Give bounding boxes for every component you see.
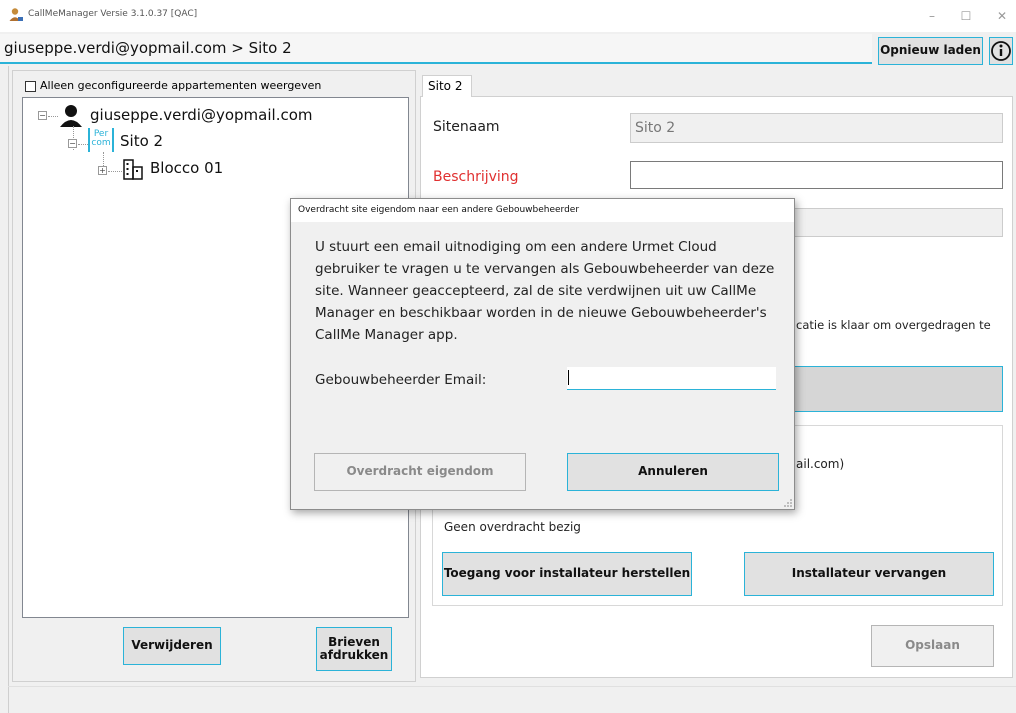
window-title: CallMeManager Versie 3.1.0.37 [QAC]: [28, 9, 198, 19]
breadcrumb: giuseppe.verdi@yopmail.com > Sito 2: [0, 34, 872, 64]
cancel-button[interactable]: Annuleren: [567, 453, 779, 491]
minimize-button[interactable]: –: [918, 6, 946, 26]
dialog-title: Overdracht site eigendom naar een andere…: [298, 205, 580, 215]
print-letters-button[interactable]: Brieven afdrukken: [316, 627, 392, 671]
tree-collapse-site[interactable]: −: [68, 139, 77, 148]
description-label: Beschrijving: [433, 169, 519, 185]
transfer-status-text: catie is klaar om overgedragen te: [796, 318, 991, 332]
building-icon: [123, 159, 143, 180]
user-icon: [60, 105, 82, 127]
transfer-ownership-button[interactable]: Overdracht eigendom: [314, 453, 526, 491]
no-transfer-status: Geen overdracht bezig: [444, 520, 581, 534]
site-name-label: Sitenaam: [433, 119, 500, 135]
manager-email-input[interactable]: [567, 367, 776, 390]
replace-installer-button[interactable]: Installateur vervangen: [744, 552, 994, 596]
info-icon: [991, 41, 1011, 61]
tree-user-label[interactable]: giuseppe.verdi@yopmail.com: [90, 106, 313, 124]
dialog-message: U stuurt een email uitnodiging om een an…: [315, 239, 775, 343]
tree-connector: [78, 144, 88, 145]
transfer-ownership-panel-button[interactable]: [790, 366, 1003, 412]
app-person-icon: [9, 8, 23, 21]
tree-collapse-user[interactable]: −: [38, 111, 47, 120]
close-button[interactable]: ✕: [988, 6, 1016, 26]
restore-installer-access-button[interactable]: Toegang voor installateur herstellen: [442, 552, 692, 596]
address-field[interactable]: [790, 208, 1003, 237]
manager-email-label: Gebouwbeheerder Email:: [315, 372, 487, 388]
tree-connector: [48, 116, 58, 117]
resize-grip-icon[interactable]: [783, 498, 793, 508]
tree-connector: [108, 171, 122, 172]
info-button[interactable]: [989, 37, 1013, 65]
site-logo-icon: Per com: [88, 128, 114, 152]
reload-button[interactable]: Opnieuw laden: [878, 37, 983, 65]
maximize-button[interactable]: ☐: [952, 6, 980, 26]
delete-button[interactable]: Verwijderen: [123, 627, 221, 665]
filter-label: Alleen geconfigureerde appartementen wee…: [40, 79, 322, 92]
tree-expand-block[interactable]: +: [98, 166, 107, 175]
filter-checkbox[interactable]: [25, 81, 36, 92]
save-button[interactable]: Opslaan: [871, 625, 994, 667]
text-caret: [568, 370, 569, 385]
description-field[interactable]: [630, 161, 1003, 189]
tree-block-label[interactable]: Blocco 01: [150, 159, 223, 177]
window-bottom-edge: [8, 686, 1016, 687]
installer-email-text: ail.com): [796, 457, 845, 471]
print-label: Brieven afdrukken: [319, 634, 389, 662]
site-name-field[interactable]: Sito 2: [630, 113, 1003, 143]
tree-site-label[interactable]: Sito 2: [120, 132, 163, 150]
tab-sito-2[interactable]: Sito 2: [422, 75, 472, 97]
window-left-edge: [8, 66, 9, 713]
